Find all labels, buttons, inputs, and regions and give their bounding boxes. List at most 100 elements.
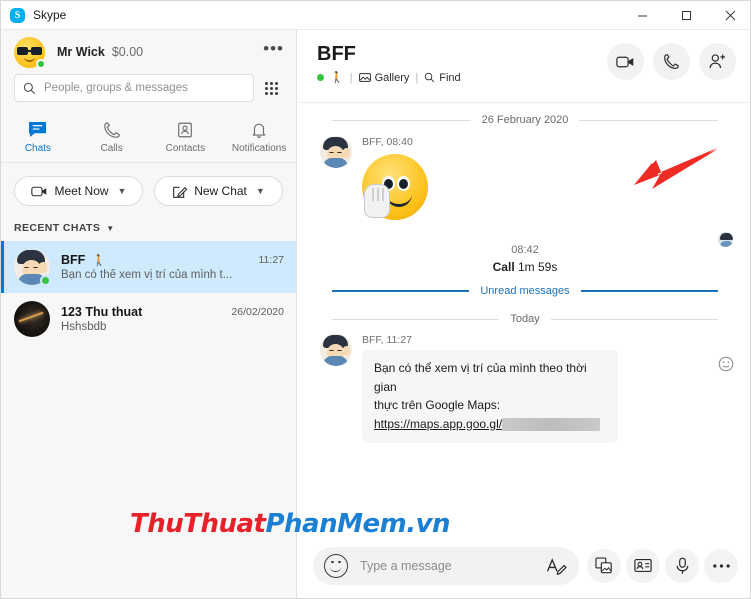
meet-now-button[interactable]: Meet Now ▼ [14,176,143,206]
search-row: People, groups & messages [1,74,296,102]
message-list[interactable]: 26 February 2020 BFF, 08:40 08:42 Call 1… [298,103,750,531]
title-bar: S Skype [1,1,750,30]
phone-icon [103,120,121,140]
read-receipt-avatar [717,231,734,248]
search-icon [425,72,435,83]
today-divider: Today [332,313,719,325]
bell-icon [250,120,268,140]
separator: | [349,71,353,84]
video-call-button[interactable] [607,43,644,80]
message-meta: BFF, 08:40 [362,136,413,148]
contact-card-icon [634,558,652,573]
add-people-button[interactable] [699,43,736,80]
minimize-icon[interactable] [620,1,664,30]
dialpad-icon[interactable] [258,75,284,101]
call-duration: 1m 59s [518,260,558,274]
avatar [320,334,352,366]
contact-card-icon [176,120,194,140]
message-meta: BFF, 11:27 [362,334,412,346]
sidebar-item-notifications[interactable]: Notifications [222,111,296,162]
chevron-down-icon[interactable]: ▼ [106,224,114,233]
sidebar-item-calls[interactable]: Calls [75,111,149,162]
chat-list-item-123-thu-thuat[interactable]: 123 Thu thuat 26/02/2020 Hshsbdb [1,293,296,345]
chat-preview: Hshsbdb [61,321,107,333]
message-line-1: Bạn có thể xem vị trí của mình theo thời… [374,361,587,394]
skype-window: S Skype Mr Wick $0.00 ••• People, groups… [0,0,751,599]
chat-title: BFF [317,43,356,65]
skype-logo-letter: S [14,9,21,21]
message-bubble[interactable]: Bạn có thể xem vị trí của mình theo thời… [362,350,618,444]
online-dot-icon [40,275,51,286]
sidebar-item-contacts[interactable]: Contacts [149,111,223,162]
sidebar-item-label: Notifications [231,142,287,154]
walking-person-icon: 🚶 [330,72,344,84]
close-icon[interactable] [708,1,750,30]
chat-list-item-bff[interactable]: BFF 🚶 11:27 Bạn có thể xem vị trí của mì… [1,241,296,293]
audio-call-button[interactable] [653,43,690,80]
call-time: 08:42 [511,244,539,256]
chevron-down-icon[interactable]: ▼ [118,186,127,196]
send-image-button[interactable] [587,548,621,583]
profile-name: Mr Wick [57,45,105,59]
watermark-part1: ThuThuat [130,509,266,539]
search-input[interactable]: People, groups & messages [14,74,254,102]
send-contact-button[interactable] [626,548,660,583]
chevron-down-icon[interactable]: ▼ [256,186,265,196]
emoji-smiley-icon[interactable] [324,553,348,578]
chat-bubble-icon [28,120,47,140]
sidebar-item-chats[interactable]: Chats [1,111,75,162]
more-options-button[interactable] [704,548,738,583]
online-dot-icon [36,58,46,69]
avatar [14,249,51,286]
search-placeholder: People, groups & messages [44,82,188,94]
separator: | [415,71,419,84]
avatar [14,301,50,337]
phone-icon [664,54,679,69]
meet-now-label: Meet Now [54,184,109,198]
ellipsis-icon [712,563,730,568]
chat-time: 26/02/2020 [231,306,284,318]
voice-message-button[interactable] [665,548,699,583]
sidebar-item-label: Calls [100,142,123,154]
compose-bar: Type a message [298,531,750,598]
message-emoji: BFF, 08:40 [314,136,736,220]
today-divider-label: Today [510,313,540,325]
message-input[interactable]: Type a message [313,546,579,585]
maximize-icon[interactable] [664,1,708,30]
avatar [320,136,352,168]
new-chat-button[interactable]: New Chat ▼ [154,176,283,206]
gallery-icon [358,73,371,82]
window-controls [620,1,750,30]
find-label: Find [439,71,461,84]
recent-chats-header[interactable]: RECENT CHATS ▼ [1,206,296,241]
image-icon [595,557,612,574]
app-title: Skype [33,8,67,22]
message-placeholder: Type a message [360,558,452,573]
chat-time: 11:27 [258,254,285,266]
redaction-bar [502,417,601,431]
profile-balance: $0.00 [111,45,144,59]
action-buttons-row: Meet Now ▼ New Chat ▼ [1,163,296,206]
online-dot-icon [317,74,324,81]
walking-person-icon: 🚶 [92,254,107,267]
sunglasses-emoji-avatar[interactable] [14,36,46,69]
unread-divider-label: Unread messages [480,285,570,297]
sidebar-item-label: Contacts [165,142,206,154]
search-icon [23,82,36,94]
find-link[interactable]: Find [424,71,461,84]
video-camera-icon [30,186,46,196]
watermark-part2: PhanMem.vn [265,509,451,539]
chat-name: BFF [61,253,86,267]
text-format-icon[interactable] [546,557,567,575]
gallery-label: Gallery [374,71,410,84]
profile-row[interactable]: Mr Wick $0.00 ••• [1,30,296,74]
emoji-reaction-icon[interactable] [718,356,736,374]
call-event: 08:42 Call 1m 59s [314,244,736,274]
message-text: BFF, 11:27 Bạn có thể xem vị trí của mìn… [314,334,736,444]
recent-chats-label: RECENT CHATS [14,222,101,234]
gallery-link[interactable]: Gallery [358,71,410,84]
map-link[interactable]: https://maps.app.goo.gl/ [374,417,502,431]
watermark: ThuThuatPhanMem.vn [130,509,451,539]
profile-more-button[interactable]: ••• [263,40,284,60]
skype-logo-icon: S [10,7,25,23]
